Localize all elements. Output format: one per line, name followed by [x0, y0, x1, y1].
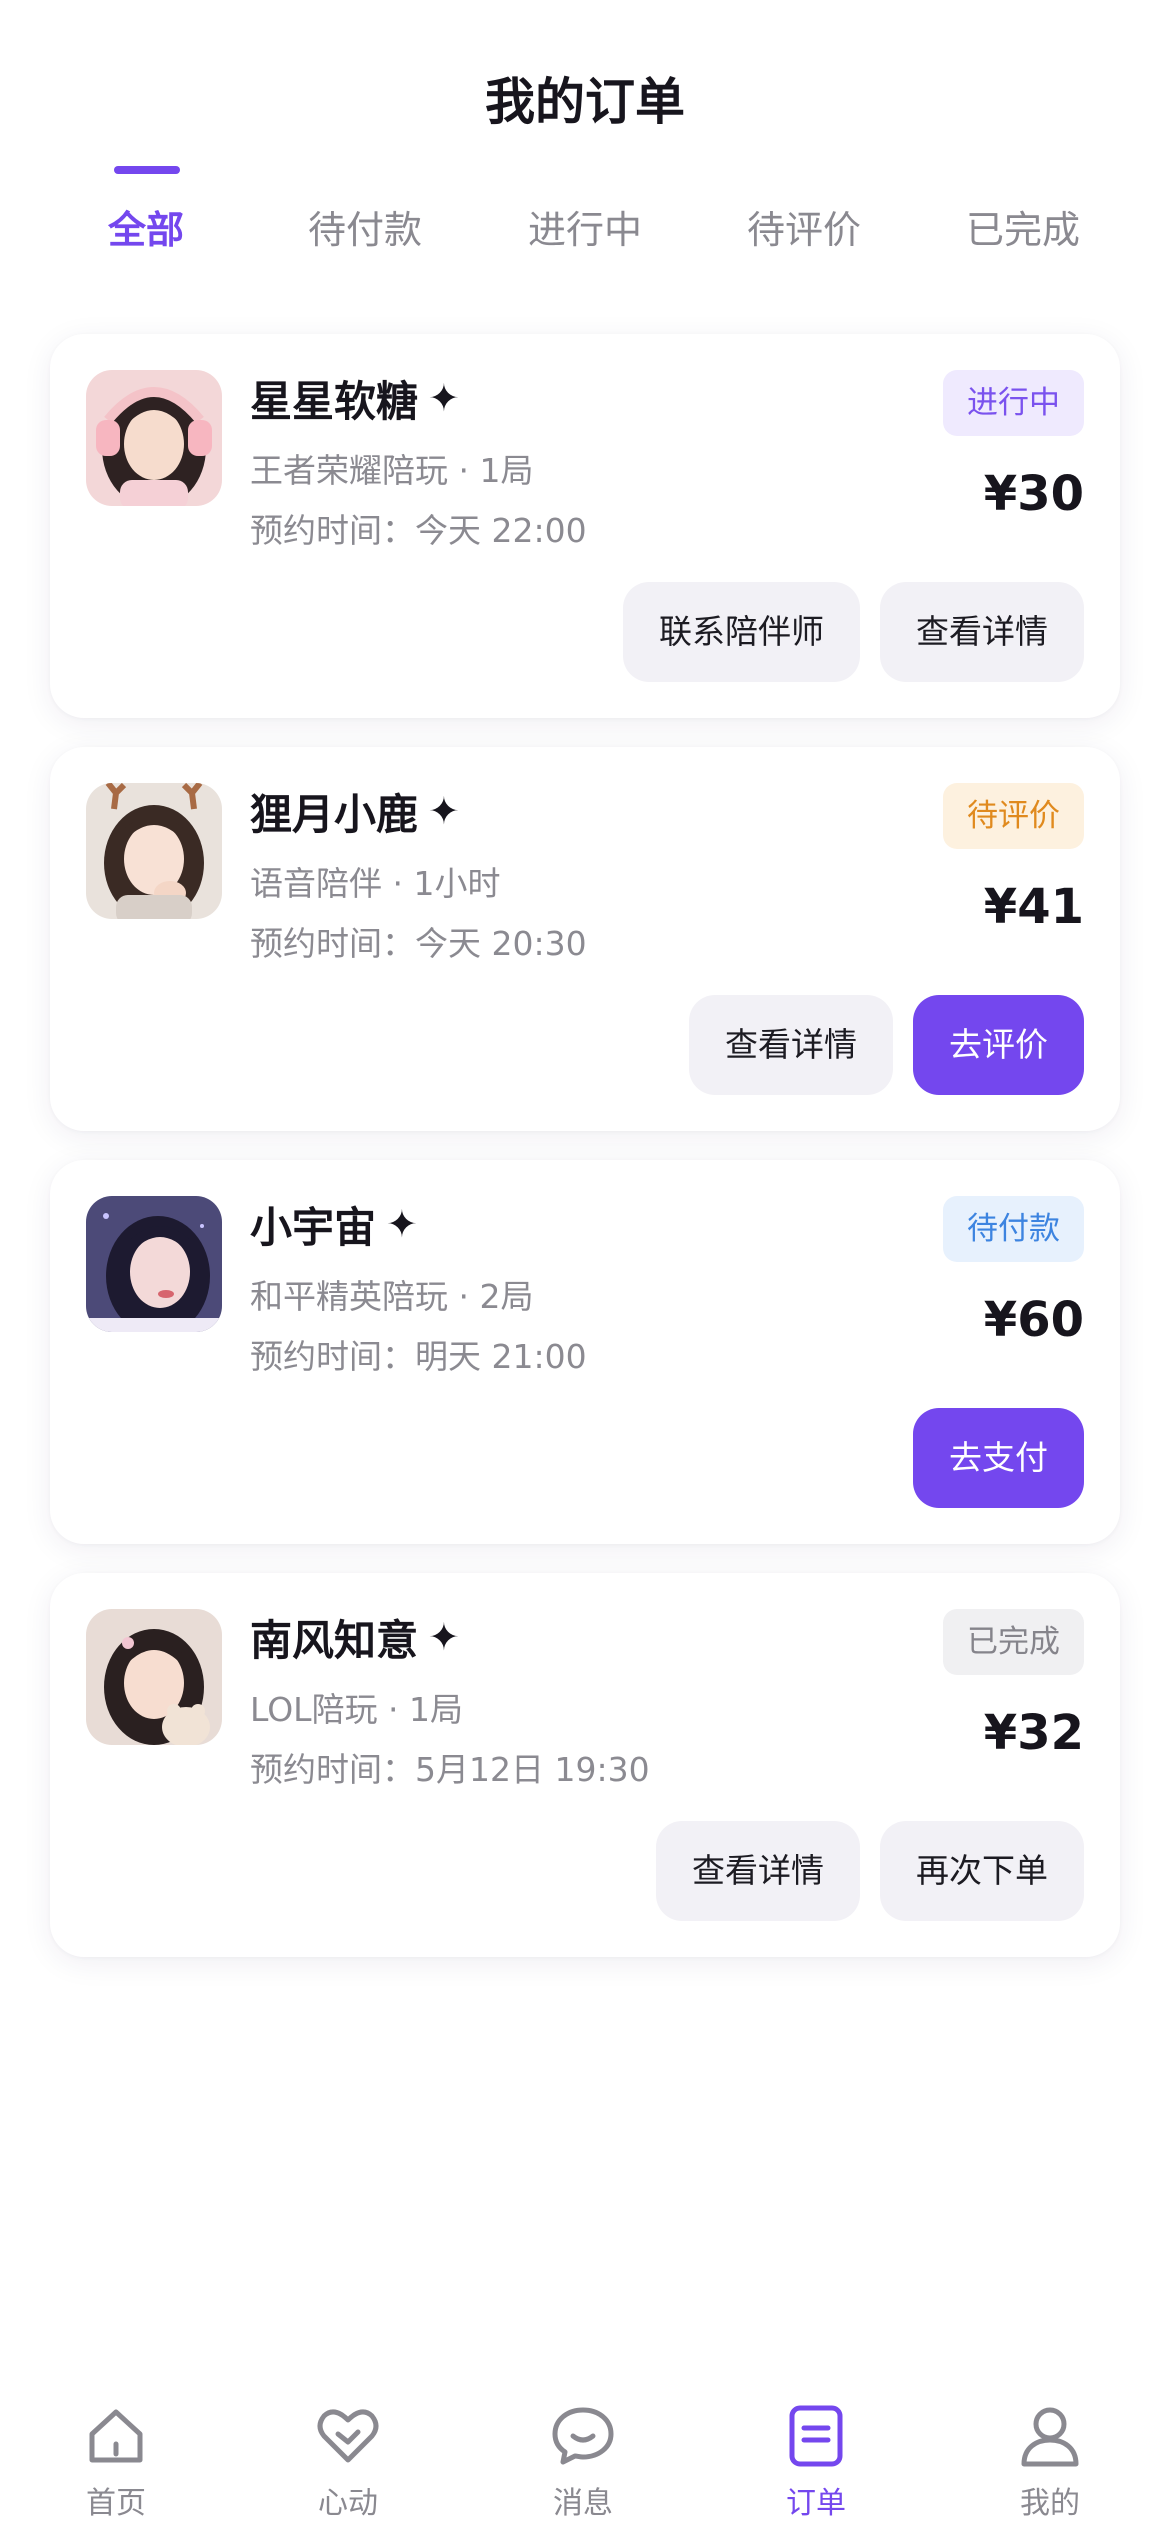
order-price: ¥30 [983, 466, 1084, 522]
appointment-time: 预约时间：明天 21:00 [250, 1337, 587, 1376]
profile-icon [1021, 2407, 1079, 2467]
order-price: ¥41 [983, 879, 1084, 935]
avatar[interactable] [86, 1196, 222, 1332]
avatar[interactable] [86, 1609, 222, 1745]
tab-ongoing[interactable]: 进行中 [475, 200, 695, 270]
nav-messages[interactable]: 消息 [503, 2380, 663, 2532]
companion-name: 小宇宙 [250, 1202, 377, 1252]
companion-name: 南风知意 [250, 1615, 419, 1665]
page-title: 我的订单 [485, 73, 685, 131]
tab-all[interactable]: 全部 [36, 200, 256, 270]
status-badge: 待评价 [943, 783, 1084, 849]
nav-heart[interactable]: 心动 [268, 2380, 428, 2532]
tab-to-review[interactable]: 待评价 [694, 200, 914, 270]
order-icon [789, 2405, 843, 2467]
sparkle-icon: ✦ [428, 789, 460, 833]
avatar[interactable] [86, 370, 222, 506]
avatar[interactable] [86, 783, 222, 919]
service-description: 语音陪伴 · 1小时 [250, 864, 501, 903]
orders-page: 我的订单 全部 待付款 进行中 待评价 已完成 星星软糖 ✦ 王者荣耀陪玩 · … [0, 0, 1170, 2532]
order-card[interactable]: 南风知意 ✦ LOL陪玩 · 1局 预约时间：5月12日 19:30 已完成 ¥… [50, 1573, 1120, 1957]
home-icon [89, 2409, 143, 2463]
view-details-button[interactable]: 查看详情 [656, 1821, 860, 1921]
view-details-button[interactable]: 查看详情 [689, 995, 893, 1095]
service-description: 和平精英陪玩 · 2局 [250, 1277, 534, 1316]
reorder-button[interactable]: 再次下单 [880, 1821, 1084, 1921]
companion-name: 星星软糖 [250, 376, 419, 426]
appointment-time: 预约时间：5月12日 19:30 [250, 1750, 650, 1789]
write-review-button[interactable]: 去评价 [913, 995, 1084, 1095]
active-tab-indicator [114, 166, 180, 174]
nav-home[interactable]: 首页 [36, 2380, 196, 2532]
companion-name: 狸月小鹿 [250, 789, 419, 839]
service-description: 王者荣耀陪玩 · 1局 [250, 451, 534, 490]
status-badge: 待付款 [943, 1196, 1084, 1262]
chat-icon [552, 2407, 614, 2465]
order-card[interactable]: 星星软糖 ✦ 王者荣耀陪玩 · 1局 预约时间：今天 22:00 进行中 ¥30… [50, 334, 1120, 718]
pay-button[interactable]: 去支付 [913, 1408, 1084, 1508]
order-tabs: 全部 待付款 进行中 待评价 已完成 [0, 200, 1170, 270]
tab-unpaid[interactable]: 待付款 [255, 200, 475, 270]
nav-label: 首页 [86, 2486, 146, 2521]
tab-completed[interactable]: 已完成 [913, 200, 1133, 270]
sparkle-icon: ✦ [428, 1615, 460, 1659]
appointment-time: 预约时间：今天 20:30 [250, 924, 587, 963]
sparkle-icon: ✦ [428, 376, 460, 420]
status-badge: 进行中 [943, 370, 1084, 436]
sparkle-icon: ✦ [386, 1202, 418, 1246]
nav-profile[interactable]: 我的 [970, 2380, 1130, 2532]
order-card[interactable]: 狸月小鹿 ✦ 语音陪伴 · 1小时 预约时间：今天 20:30 待评价 ¥41 … [50, 747, 1120, 1131]
contact-companion-button[interactable]: 联系陪伴师 [623, 582, 860, 682]
nav-label: 心动 [318, 2486, 378, 2521]
appointment-time: 预约时间：今天 22:00 [250, 511, 587, 550]
order-price: ¥60 [983, 1292, 1084, 1348]
status-badge: 已完成 [943, 1609, 1084, 1675]
nav-label: 订单 [786, 2486, 846, 2521]
bottom-nav: 首页 心动 消息 订单 我的 [0, 2380, 1170, 2532]
nav-label: 我的 [1020, 2486, 1080, 2521]
heart-icon [317, 2409, 379, 2463]
view-details-button[interactable]: 查看详情 [880, 582, 1084, 682]
service-description: LOL陪玩 · 1局 [250, 1690, 464, 1729]
nav-orders[interactable]: 订单 [736, 2380, 896, 2532]
nav-label: 消息 [553, 2486, 613, 2521]
order-card[interactable]: 小宇宙 ✦ 和平精英陪玩 · 2局 预约时间：明天 21:00 待付款 ¥60 … [50, 1160, 1120, 1544]
order-price: ¥32 [983, 1705, 1084, 1761]
